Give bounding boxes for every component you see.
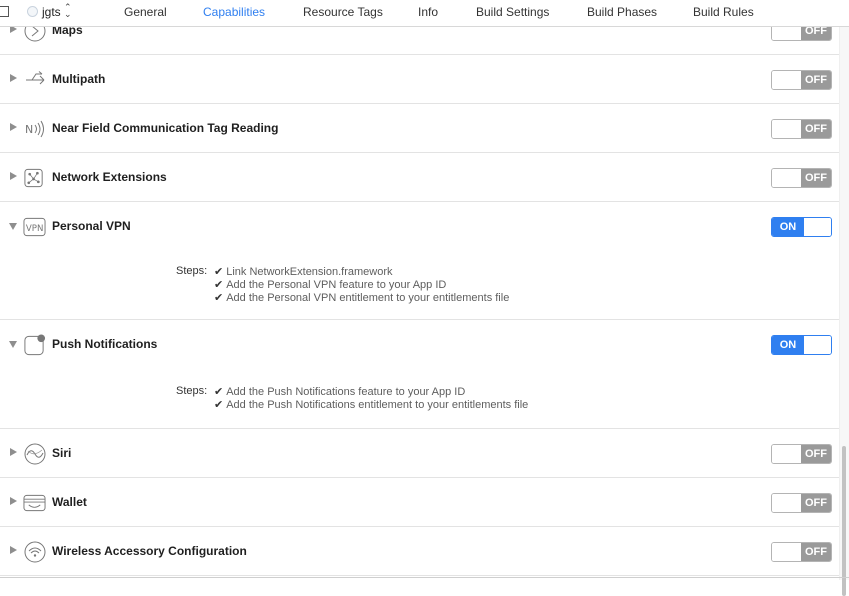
switch-knob [772, 494, 801, 512]
network-extensions-icon [23, 166, 46, 189]
capability-row-network-extensions: Network Extensions OFF [0, 153, 840, 202]
capability-section-push-notifications: Push Notifications ON Steps: ✔ Add the Pu… [0, 320, 840, 429]
capability-name: Wallet [52, 495, 87, 509]
tab-build-rules[interactable]: Build Rules [693, 5, 754, 19]
capability-name: Multipath [52, 72, 106, 86]
step-item: ✔ Add the Personal VPN feature to your Ap… [214, 279, 447, 291]
check-icon: ✔ [214, 266, 224, 278]
target-chevron-icon[interactable]: ⌃ ⌄ [64, 3, 72, 19]
multipath-toggle[interactable]: OFF [771, 70, 832, 90]
tab-build-phases[interactable]: Build Phases [587, 5, 657, 19]
wireless-accessory-icon [23, 540, 46, 563]
capability-name: Network Extensions [52, 170, 167, 184]
capability-name: Siri [52, 446, 72, 460]
disclosure-triangle[interactable] [10, 123, 17, 131]
tab-resource-tags[interactable]: Resource Tags [303, 5, 383, 19]
disclosure-triangle[interactable] [10, 497, 17, 505]
project-navigator-selector[interactable] [0, 6, 9, 17]
capability-row-wireless-accessory: Wireless Accessory Configuration OFF [0, 527, 840, 576]
siri-icon [23, 442, 46, 465]
switch-label: OFF [801, 543, 831, 561]
target-icon [27, 6, 38, 17]
check-icon: ✔ [214, 279, 224, 291]
disclosure-triangle[interactable] [10, 448, 17, 456]
step-item: ✔ Add the Personal VPN entitlement to you… [214, 292, 510, 304]
target-name[interactable]: jgts [42, 5, 61, 19]
switch-label: OFF [801, 445, 831, 463]
step-item: ✔ Add the Push Notifications feature to y… [214, 386, 466, 398]
switch-label: ON [772, 336, 804, 354]
vertical-scrollbar[interactable] [839, 26, 849, 596]
editor-tab-bar: jgts ⌃ ⌄ General Capabilities Resource Ta… [0, 0, 849, 27]
capability-row-multipath: Multipath OFF [0, 55, 840, 104]
disclosure-triangle[interactable] [9, 223, 17, 230]
disclosure-triangle[interactable] [10, 74, 17, 82]
check-icon: ✔ [214, 292, 224, 304]
wireless-accessory-toggle[interactable]: OFF [771, 542, 832, 562]
capability-row-wallet: Wallet OFF [0, 478, 840, 527]
svg-text:N: N [25, 123, 33, 136]
steps-label: Steps: [176, 265, 208, 277]
tab-general[interactable]: General [124, 5, 167, 19]
step-item: ✔ Add the Push Notifications entitlement … [214, 399, 529, 411]
switch-label: OFF [801, 494, 831, 512]
capability-name: Push Notifications [52, 337, 158, 351]
wallet-toggle[interactable]: OFF [771, 493, 832, 513]
vpn-icon: VPN [23, 215, 46, 238]
network-extensions-toggle[interactable]: OFF [771, 168, 832, 188]
capability-row-nfc: N Near Field Communication Tag Reading O… [0, 104, 840, 153]
scrollbar-thumb[interactable] [842, 446, 846, 596]
switch-knob [772, 120, 801, 138]
switch-label: OFF [801, 120, 831, 138]
step-item: ✔ Link NetworkExtension.framework [214, 266, 393, 278]
capability-name: Wireless Accessory Configuration [52, 544, 247, 558]
nfc-icon: N [23, 117, 46, 140]
divider [0, 577, 849, 578]
capability-section-personal-vpn: VPN Personal VPN ON Steps: ✔ Link Network… [0, 202, 840, 320]
disclosure-triangle[interactable] [10, 546, 17, 554]
push-notifications-toggle[interactable]: ON [771, 335, 832, 355]
capability-name: Near Field Communication Tag Reading [52, 121, 279, 135]
svg-text:VPN: VPN [26, 223, 44, 233]
switch-label: OFF [801, 71, 831, 89]
personal-vpn-toggle[interactable]: ON [771, 217, 832, 237]
disclosure-triangle[interactable] [9, 341, 17, 348]
tab-capabilities[interactable]: Capabilities [203, 5, 265, 19]
switch-knob [772, 71, 801, 89]
tab-build-settings[interactable]: Build Settings [476, 5, 549, 19]
switch-label: ON [772, 218, 804, 236]
steps-label: Steps: [176, 385, 208, 397]
multipath-icon [23, 68, 46, 91]
capability-name: Personal VPN [52, 219, 131, 233]
capability-row-siri: Siri OFF [0, 429, 840, 478]
switch-knob [772, 169, 801, 187]
tab-info[interactable]: Info [418, 5, 438, 19]
wallet-icon [23, 491, 46, 514]
switch-knob [772, 543, 801, 561]
switch-label: OFF [801, 169, 831, 187]
push-notifications-icon [23, 333, 46, 356]
disclosure-triangle[interactable] [10, 172, 17, 180]
switch-knob [804, 336, 831, 354]
check-icon: ✔ [214, 386, 224, 398]
switch-knob [804, 218, 831, 236]
siri-toggle[interactable]: OFF [771, 444, 832, 464]
nfc-toggle[interactable]: OFF [771, 119, 832, 139]
switch-knob [772, 445, 801, 463]
check-icon: ✔ [214, 399, 224, 411]
